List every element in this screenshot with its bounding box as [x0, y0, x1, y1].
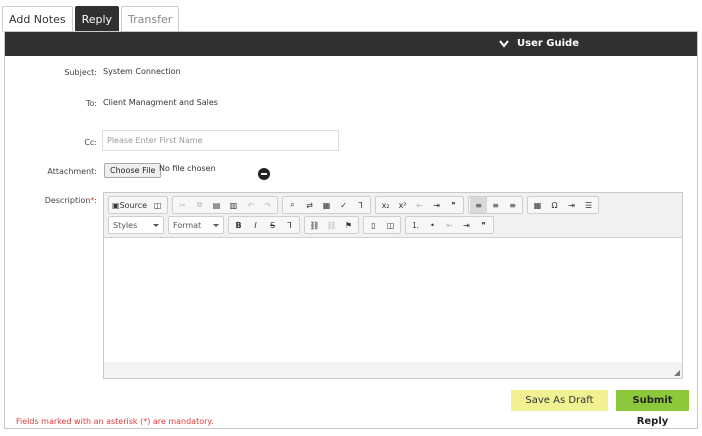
indent-list-icon[interactable]: ⇥ — [458, 217, 475, 233]
styles-dropdown[interactable]: Styles — [108, 216, 164, 234]
align-left-icon[interactable]: ≡ — [470, 197, 488, 213]
paste-icon[interactable]: ▤ — [208, 197, 225, 213]
chevron-down-icon — [499, 40, 509, 48]
outdent-icon[interactable]: ⇤ — [411, 197, 428, 213]
tab-reply[interactable]: Reply — [74, 6, 120, 32]
panel-header: User Guide — [5, 32, 697, 56]
to-label: To: — [85, 99, 97, 108]
source-button[interactable]: ▣ Source — [110, 197, 149, 213]
reply-page: Add Notes Reply Transfer User Guide Subj… — [0, 0, 702, 436]
align-center-icon[interactable]: ≡ — [487, 197, 504, 213]
copy-icon[interactable]: ⧉ — [191, 197, 208, 213]
format-label: Format — [173, 220, 202, 230]
special-char-icon[interactable]: Ω — [546, 197, 563, 213]
submit-reply-button[interactable]: Submit Reply — [616, 390, 689, 427]
tab-transfer[interactable]: Transfer — [121, 6, 180, 32]
undo-icon[interactable]: ↶ — [242, 197, 259, 213]
select-all-icon[interactable]: ▦ — [318, 197, 335, 213]
blockquote-icon[interactable]: ❞ — [445, 197, 462, 213]
save-draft-button[interactable]: Save As Draft — [511, 390, 608, 411]
paste-text-icon[interactable]: ▥ — [225, 197, 242, 213]
quote-icon[interactable]: ❞ — [475, 217, 492, 233]
redo-icon[interactable]: ↷ — [259, 197, 276, 213]
outdent-list-icon[interactable]: ⇤ — [441, 217, 458, 233]
preview-icon[interactable]: ◫ — [149, 197, 166, 213]
template-icon[interactable]: ◫ — [382, 217, 399, 233]
editor-toolbar: ▣ Source ◫ ✂ ⧉ ▤ ▥ ↶ ↷ ⌕ ⇄ ▦ ✓ Ꞁ x₂ x² ⇤… — [104, 193, 682, 238]
description-label: Description*: — [45, 196, 97, 205]
styles-label: Styles — [113, 220, 138, 230]
link-icon[interactable]: ⛓ — [306, 217, 323, 233]
toolbar-row-2: Styles Format B I S Ꞁ ⛓ ⛓ ⚑ ▯ ◫ ⒈ • ⇤ ⇥ … — [108, 216, 498, 234]
tab-bar: Add Notes Reply Transfer — [2, 6, 181, 32]
reply-form-panel: User Guide Subject: System Connection To… — [4, 31, 698, 429]
table-icon[interactable]: ▦ — [529, 197, 546, 213]
choose-file-button[interactable]: Choose File — [104, 163, 162, 178]
toolbar-row-1: ▣ Source ◫ ✂ ⧉ ▤ ▥ ↶ ↷ ⌕ ⇄ ▦ ✓ Ꞁ x₂ x² ⇤… — [108, 196, 603, 214]
bullet-list-icon[interactable]: • — [424, 217, 441, 233]
horizontal-rule-icon[interactable]: ☰ — [580, 197, 597, 213]
find-icon[interactable]: ⌕ — [284, 197, 301, 213]
unlink-icon[interactable]: ⛓ — [323, 217, 340, 233]
anchor-icon[interactable]: ⚑ — [340, 217, 357, 233]
remove-attachment-icon[interactable] — [258, 168, 270, 180]
bold-icon[interactable]: B — [230, 217, 247, 233]
remove-format-icon[interactable]: Ꞁ — [352, 197, 369, 213]
indent-icon[interactable]: ⇥ — [428, 197, 445, 213]
description-colon: : — [94, 196, 97, 205]
cc-input[interactable] — [102, 130, 339, 151]
source-label: Source — [119, 200, 148, 210]
dropdown-arrow-icon — [153, 223, 159, 227]
superscript-icon[interactable]: x² — [394, 197, 411, 213]
description-label-text: Description — [44, 196, 91, 205]
file-status: No file chosen — [159, 164, 216, 173]
cc-label: Cc: — [84, 138, 97, 147]
attachment-label: Attachment: — [47, 167, 97, 176]
user-guide-toggle[interactable]: User Guide — [499, 32, 579, 56]
cut-icon[interactable]: ✂ — [174, 197, 191, 213]
spellcheck-icon[interactable]: ✓ — [335, 197, 352, 213]
format-dropdown[interactable]: Format — [168, 216, 224, 234]
subject-value: System Connection — [103, 67, 181, 76]
numbered-list-icon[interactable]: ⒈ — [407, 217, 424, 233]
align-right-icon[interactable]: ≡ — [504, 197, 521, 213]
user-guide-label: User Guide — [517, 38, 579, 49]
replace-icon[interactable]: ⇄ — [301, 197, 318, 213]
to-value: Client Managment and Sales — [103, 98, 218, 107]
pagebreak-icon[interactable]: ⇥ — [563, 197, 580, 213]
tab-add-notes[interactable]: Add Notes — [2, 6, 73, 32]
document-icon[interactable]: ▯ — [365, 217, 382, 233]
mandatory-note: Fields marked with an asterisk (*) are m… — [16, 417, 214, 426]
strike-icon[interactable]: S — [264, 217, 281, 233]
rich-text-editor: ▣ Source ◫ ✂ ⧉ ▤ ▥ ↶ ↷ ⌕ ⇄ ▦ ✓ Ꞁ x₂ x² ⇤… — [103, 192, 683, 379]
clear-format-icon[interactable]: Ꞁ — [281, 217, 298, 233]
description-editor-area[interactable] — [104, 238, 682, 362]
italic-icon[interactable]: I — [247, 217, 264, 233]
subject-label: Subject: — [64, 68, 97, 77]
resize-handle-icon[interactable] — [674, 370, 680, 376]
dropdown-arrow-icon — [213, 223, 219, 227]
source-icon: ▣ — [112, 200, 120, 210]
subscript-icon[interactable]: x₂ — [377, 197, 394, 213]
